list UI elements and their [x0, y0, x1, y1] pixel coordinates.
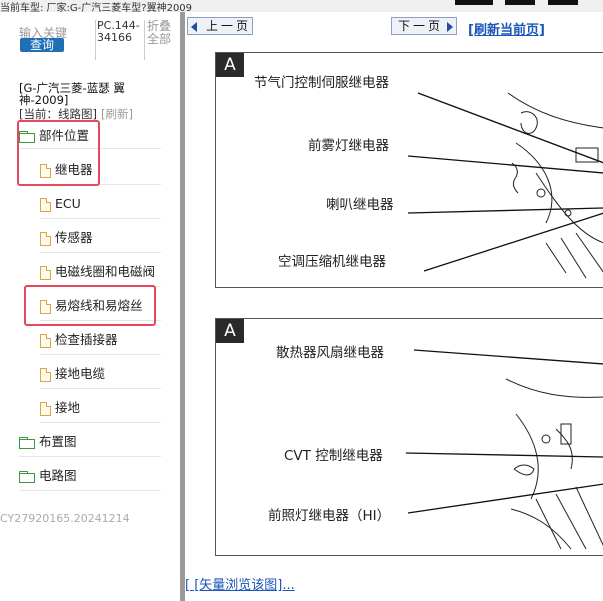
- tree-item-ground[interactable]: 接地: [40, 398, 80, 418]
- vector-view-link[interactable]: [ [矢量浏览该图]...: [185, 574, 295, 593]
- tree-item-label: 接地电缆: [55, 366, 106, 381]
- document-icon: [40, 367, 51, 382]
- arrow-right-icon: [447, 22, 453, 32]
- diagram-label: 空调压缩机继电器: [278, 254, 386, 270]
- footer-id: CY27920165.20241214: [0, 512, 130, 525]
- pc-code: PC.144-34166: [97, 19, 140, 44]
- arrow-left-icon: [191, 22, 197, 32]
- tree-folder-label: 电路图: [39, 468, 77, 483]
- diagram-label: 节气门控制伺服继电器: [254, 75, 389, 91]
- prev-page-button[interactable]: 上一页: [187, 17, 253, 35]
- sidebar: 输入关键 查询 PC.144-34166 折叠全部 [G-广汽三菱-蓝瑟 翼神-…: [0, 12, 180, 601]
- toolbar-fragment: [455, 0, 493, 5]
- document-icon: [40, 231, 51, 246]
- document-icon: [40, 333, 51, 348]
- current-view-label: [当前：线路图]: [19, 107, 97, 121]
- tree-item-ecu[interactable]: ECU: [40, 194, 81, 214]
- tree-item-check-connector[interactable]: 检查插接器: [40, 330, 118, 350]
- vehicle-title: [G-广汽三菱-蓝瑟 翼神-2009]: [19, 81, 125, 107]
- tree-item-ground-cable[interactable]: 接地电缆: [40, 364, 105, 384]
- diagram-label: CVT 控制继电器: [284, 448, 383, 464]
- divider: [144, 20, 145, 60]
- toolbar-fragment: [548, 0, 578, 5]
- diagram-label: 散热器风扇继电器: [276, 345, 384, 361]
- tree-item-label: 检查插接器: [55, 332, 118, 347]
- highlight-box: [24, 285, 156, 326]
- tree-item-label: 传感器: [55, 230, 93, 245]
- next-page-label: 下一页: [398, 19, 444, 33]
- document-icon: [40, 197, 51, 212]
- prev-page-label: 上一页: [206, 19, 252, 33]
- refresh-current-page-link[interactable]: [刷新当前页]: [468, 19, 545, 38]
- tree-folder-label: 布置图: [39, 434, 77, 449]
- next-page-button[interactable]: 下一页: [391, 17, 457, 35]
- folder-icon: [19, 470, 35, 483]
- tree-item-solenoid[interactable]: 电磁线圈和电磁阀: [40, 262, 155, 282]
- tree-item-label: 接地: [55, 400, 81, 415]
- tree-folder-layout[interactable]: 布置图: [19, 432, 77, 452]
- divider: [95, 20, 96, 60]
- row-separator: [40, 422, 161, 423]
- collapse-all-button[interactable]: 折叠全部: [147, 20, 175, 46]
- diagram-label: 前照灯继电器（HI）: [268, 508, 391, 524]
- relay-location-diagram-2: A 散热器风扇继电器 CVT 控制继电器 前照灯继电器（HI）: [215, 318, 603, 556]
- folder-icon: [19, 436, 35, 449]
- highlight-box: [17, 120, 100, 186]
- row-separator: [40, 388, 161, 389]
- document-icon: [40, 401, 51, 416]
- row-separator: [40, 218, 161, 219]
- diagram-label: 前雾灯继电器: [308, 138, 389, 154]
- main-panel: 上一页 下一页 [刷新当前页] A 节气门控制伺服继电器 前雾灯继电器 喇叭继电…: [185, 12, 603, 601]
- row-separator: [19, 490, 161, 491]
- tree-folder-circuit[interactable]: 电路图: [19, 466, 77, 486]
- tree-item-sensor[interactable]: 传感器: [40, 228, 93, 248]
- current-vehicle-text: 当前车型: 厂家:G-广汽三菱车型?翼神2009: [0, 3, 193, 12]
- toolbar-fragment: [505, 0, 535, 5]
- tree-item-label: ECU: [55, 196, 81, 211]
- document-icon: [40, 265, 51, 280]
- row-separator: [40, 354, 161, 355]
- tree-item-label: 电磁线圈和电磁阀: [55, 264, 156, 279]
- refresh-link[interactable]: [刷新]: [101, 107, 133, 121]
- row-separator: [19, 456, 161, 457]
- row-separator: [40, 252, 161, 253]
- top-status-bar: 当前车型: 厂家:G-广汽三菱车型?翼神2009: [0, 0, 603, 12]
- query-button[interactable]: 查询: [20, 38, 64, 52]
- relay-location-diagram-1: A 节气门控制伺服继电器 前雾灯继电器 喇叭继电器 空调压缩机继电器: [215, 52, 603, 288]
- diagram-label: 喇叭继电器: [326, 197, 394, 213]
